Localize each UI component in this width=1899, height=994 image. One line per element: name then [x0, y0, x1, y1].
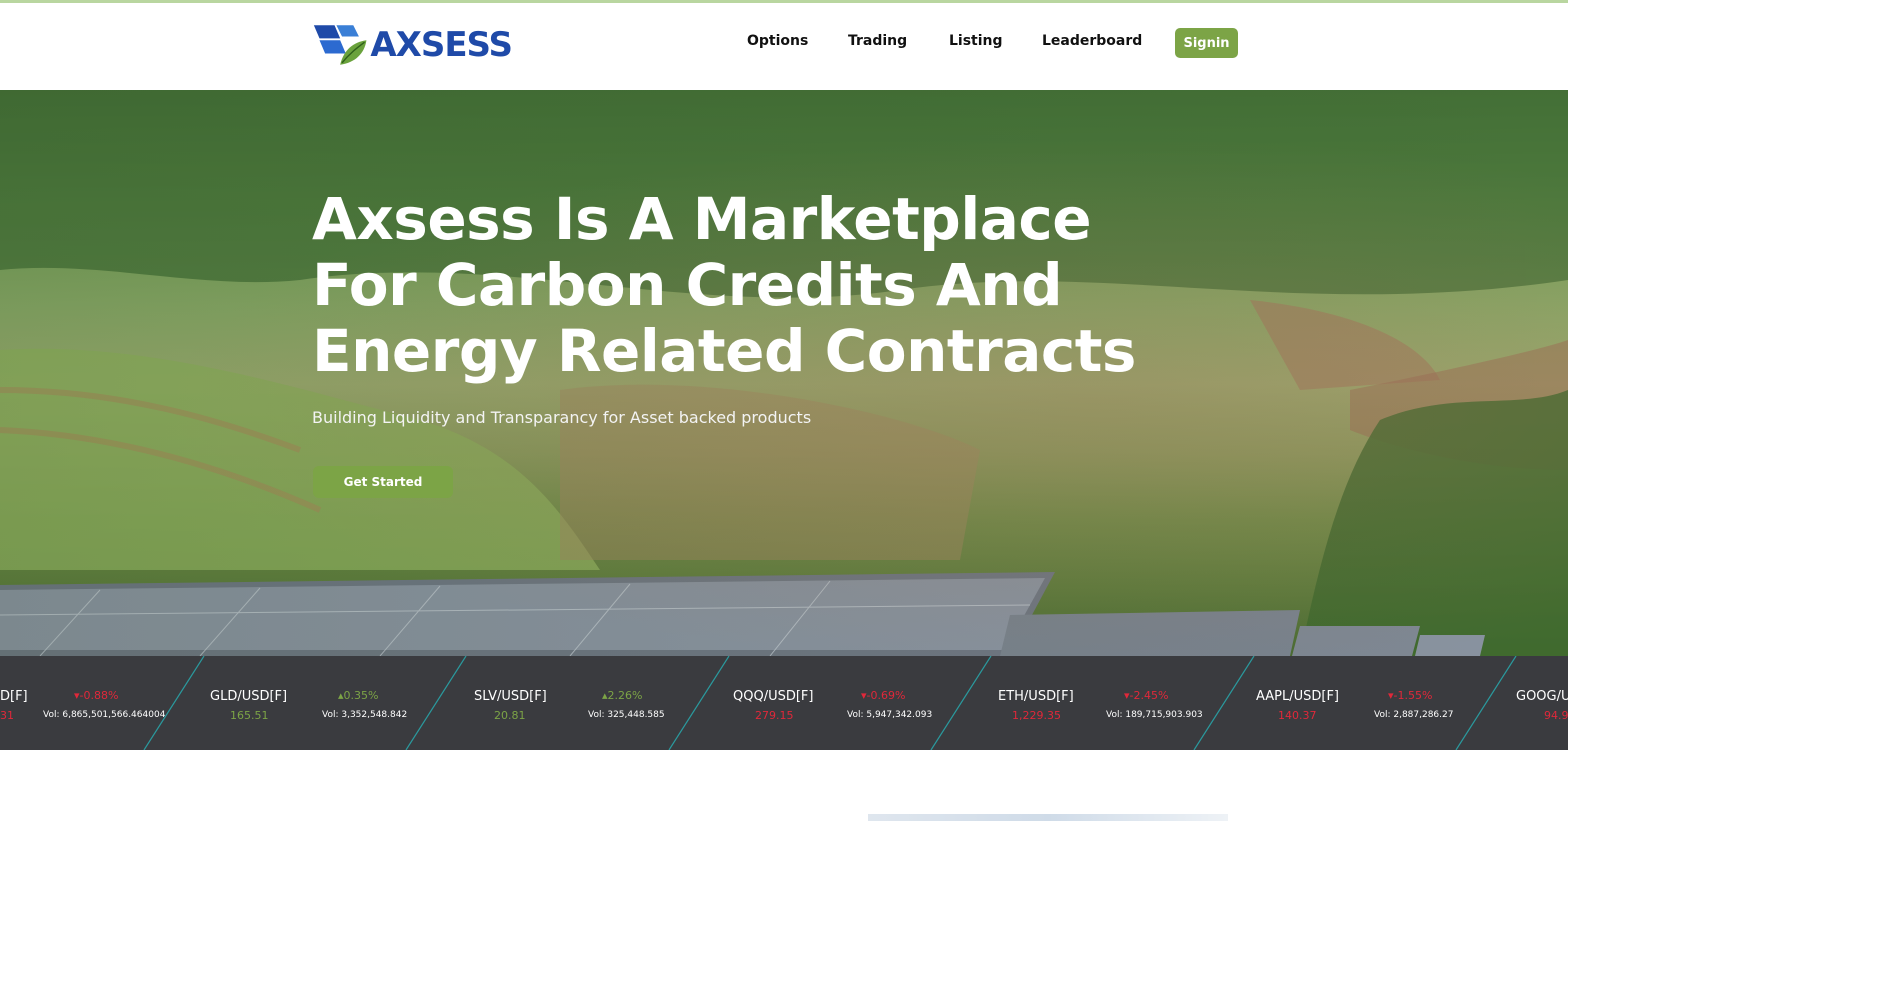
ticker-price: 140.37 [1278, 709, 1317, 722]
ticker-item[interactable]: ETH/USD[F] 1,229.35 ▾-2.45% Vol: 189,715… [998, 656, 1260, 750]
nav-leaderboard[interactable]: Leaderboard [1042, 33, 1142, 49]
ticker-change-value: 0.35% [343, 689, 379, 702]
feature-image-edge [868, 814, 1228, 821]
ticker-symbol: GOOG/U [1516, 689, 1568, 704]
ticker-price: 31 [0, 709, 14, 722]
ticker-change-value: -1.55% [1393, 689, 1433, 702]
ticker-volume: Vol: 2,887,286.27 [1374, 710, 1454, 720]
market-ticker: D[F] 31 ▾-0.88% Vol: 6,865,501,566.46400… [0, 656, 1568, 750]
ticker-item[interactable]: AAPL/USD[F] 140.37 ▾-1.55% Vol: 2,887,28… [1256, 656, 1518, 750]
ticker-symbol: SLV/USD[F] [474, 689, 547, 704]
ticker-symbol: AAPL/USD[F] [1256, 689, 1340, 704]
ticker-symbol: ETH/USD[F] [998, 689, 1074, 704]
ticker-item[interactable]: GLD/USD[F] 165.51 ▴0.35% Vol: 3,352,548.… [210, 656, 472, 750]
ticker-item[interactable]: QQQ/USD[F] 279.15 ▾-0.69% Vol: 5,947,342… [733, 656, 995, 750]
ticker-symbol: QQQ/USD[F] [733, 689, 814, 704]
ticker-symbol: D[F] [0, 689, 28, 704]
ticker-item[interactable]: GOOG/U 94.9 [1516, 656, 1568, 750]
ticker-change: ▾-1.55% [1388, 689, 1432, 702]
ticker-price: 165.51 [230, 709, 269, 722]
ticker-change-value: -2.45% [1129, 689, 1169, 702]
ticker-change-value: 2.26% [607, 689, 643, 702]
ticker-price: 1,229.35 [1012, 709, 1061, 722]
get-started-button[interactable]: Get Started [313, 466, 453, 498]
ticker-item[interactable]: D[F] 31 ▾-0.88% Vol: 6,865,501,566.46400… [0, 656, 208, 750]
ticker-change: ▾-2.45% [1124, 689, 1168, 702]
ticker-volume: Vol: 6,865,501,566.464004 [43, 710, 166, 720]
ticker-price: 94.9 [1544, 709, 1568, 722]
nav-options[interactable]: Options [747, 33, 808, 49]
ticker-price: 279.15 [755, 709, 794, 722]
ticker-change: ▴2.26% [602, 689, 642, 702]
ticker-price: 20.81 [494, 709, 526, 722]
hero-title: Axsess Is A Marketplace For Carbon Credi… [312, 185, 1136, 385]
ticker-volume: Vol: 3,352,548.842 [322, 710, 408, 720]
ticker-item[interactable]: SLV/USD[F] 20.81 ▴2.26% Vol: 325,448.585 [474, 656, 736, 750]
brand-logo[interactable]: AXSESS [312, 19, 513, 71]
solar-leaf-logo-icon [313, 25, 367, 65]
ticker-symbol: GLD/USD[F] [210, 689, 288, 704]
ticker-volume: Vol: 325,448.585 [588, 710, 665, 720]
nav-trading[interactable]: Trading [848, 33, 907, 49]
ticker-change-value: -0.88% [79, 689, 119, 702]
ticker-change: ▾-0.69% [861, 689, 905, 702]
ticker-volume: Vol: 189,715,903.903 [1106, 710, 1203, 720]
ticker-change-value: -0.69% [866, 689, 906, 702]
ticker-change: ▴0.35% [338, 689, 378, 702]
nav-listing[interactable]: Listing [949, 33, 1003, 49]
brand-name: AXSESS [370, 25, 513, 65]
hero-subtitle: Building Liquidity and Transparancy for … [312, 408, 812, 427]
ticker-volume: Vol: 5,947,342.093 [847, 710, 933, 720]
ticker-change: ▾-0.88% [74, 689, 118, 702]
hero-banner: Axsess Is A Marketplace For Carbon Credi… [0, 90, 1568, 656]
site-header: AXSESS Options Trading Listing Leaderboa… [0, 3, 1568, 90]
signin-button[interactable]: Signin [1175, 28, 1238, 58]
